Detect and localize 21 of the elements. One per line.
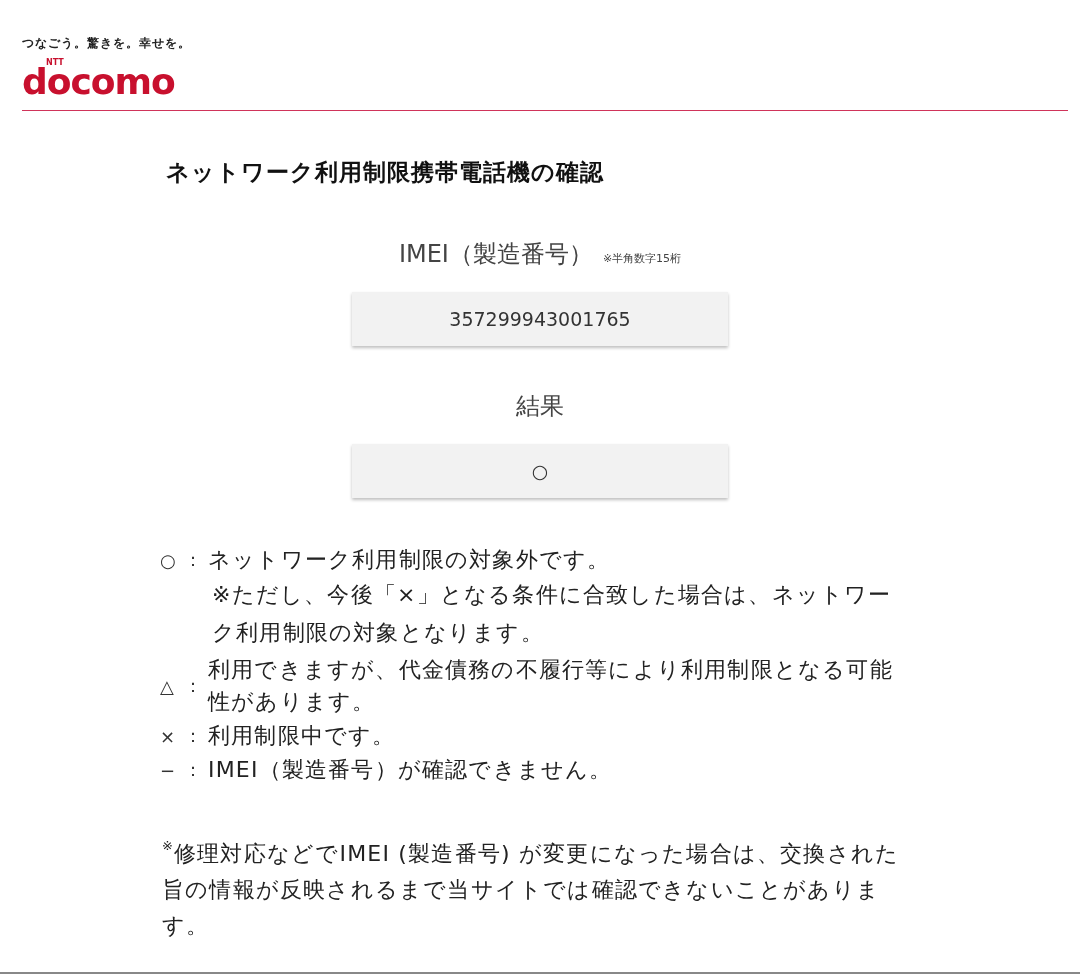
result-label: 結果 xyxy=(516,391,564,422)
legend-colon: ： xyxy=(184,724,203,748)
legend-text: 利用制限中です。 xyxy=(208,722,397,750)
result-field: ○ xyxy=(352,444,728,498)
legend-symbol: △ xyxy=(160,675,175,697)
legend-text: IMEI（製造番号）が確認できません。 xyxy=(208,756,614,784)
legend-colon: ： xyxy=(184,758,203,782)
page-title: ネットワーク利用制限携帯電話機の確認 xyxy=(166,158,605,187)
legend-note: ※ただし、今後「×」となる条件に合致した場合は、ネットワーク利用制限の対象となります。 xyxy=(211,581,893,647)
legend-symbol: ○ xyxy=(160,549,177,571)
legend-text: ネットワーク利用制限の対象外です。 xyxy=(208,546,612,574)
tagline: つなごう。驚きを。幸せを。 xyxy=(22,35,191,52)
legend-colon: ： xyxy=(184,548,203,572)
legend-colon: ： xyxy=(184,674,203,698)
legend-symbol: − xyxy=(160,759,177,781)
legend-text: 利用できますが、代金債務の不履行等により利用制限となる可能性があります。 xyxy=(208,656,894,716)
imei-field[interactable]: 357299943001765 xyxy=(352,292,728,346)
footnote: $^{※}$修理対応などでIMEI (製造番号) が変更になった場合は、交換された旨の情報が反映されるまで当サイトでは確認できないことがあります。 xyxy=(161,837,901,940)
field-hint: ※半角数字15桁 xyxy=(602,251,682,266)
legend-symbol: × xyxy=(160,725,177,747)
field-label: IMEI（製造番号） xyxy=(398,239,593,270)
